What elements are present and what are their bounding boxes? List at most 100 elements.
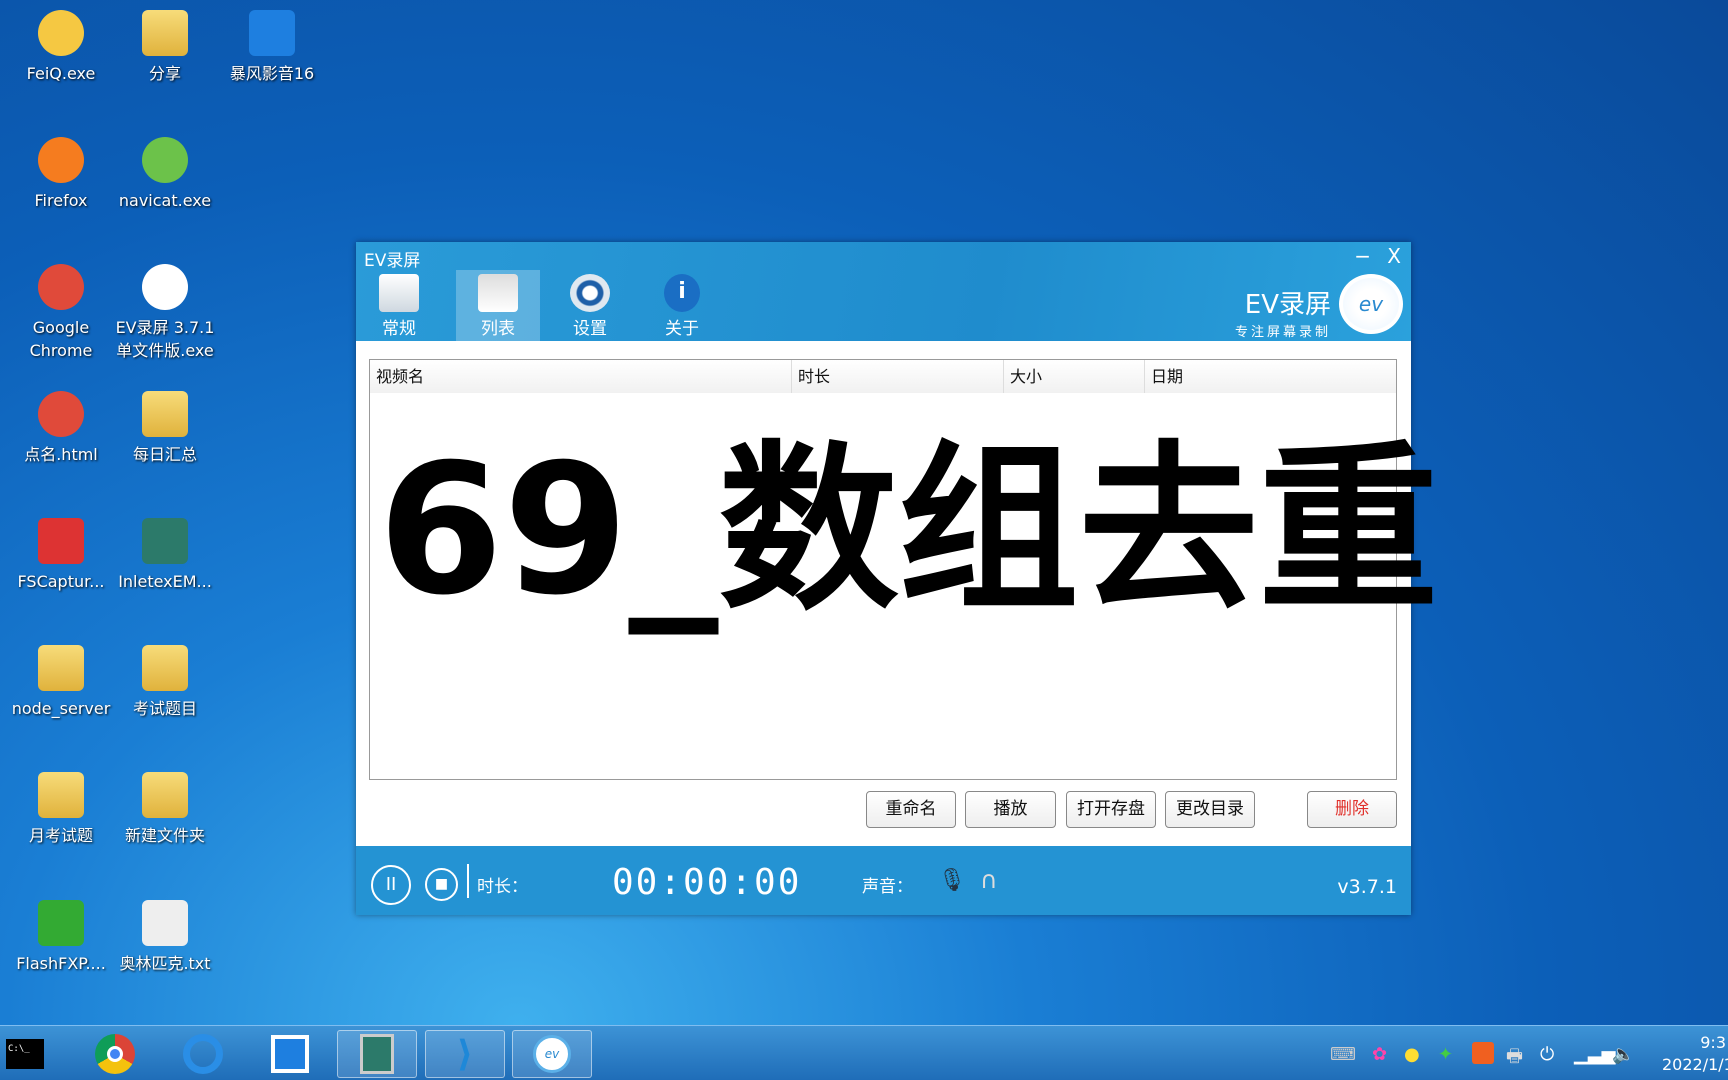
desktop-icon-label: InletexEM... — [118, 572, 212, 591]
rename-button[interactable]: 重命名 — [866, 791, 956, 828]
desktop-icon[interactable]: FSCaptur... — [9, 518, 113, 593]
tab-general[interactable]: 常规 — [356, 270, 442, 341]
info-icon: i — [664, 274, 700, 312]
pause-button[interactable]: II — [371, 865, 411, 905]
microphone-icon[interactable]: 🎙 — [938, 868, 966, 893]
logo-text: EV录屏 — [1244, 290, 1331, 320]
desktop-icon[interactable]: node_server — [9, 645, 113, 720]
brand-logo: EV录屏专注屏幕录制 — [1235, 284, 1331, 340]
desktop-icon[interactable]: 新建文件夹 — [113, 772, 217, 847]
taskbar-ev-recorder[interactable]: ev — [512, 1030, 592, 1078]
column-header-size[interactable]: 大小 — [1004, 360, 1145, 393]
fscapture-icon — [38, 518, 84, 564]
tab-label: 常规 — [382, 319, 416, 339]
inletex-icon — [142, 518, 188, 564]
desktop-icon-label: EV录屏 3.7.1 单文件版.exe — [115, 318, 215, 360]
desktop-icon[interactable]: EV录屏 3.7.1 单文件版.exe — [113, 264, 217, 362]
tab-list[interactable]: 列表 — [456, 270, 540, 341]
tab-about[interactable]: i 关于 — [639, 270, 725, 341]
column-header-date[interactable]: 日期 — [1145, 360, 1396, 393]
ev-logo-icon: ev — [1339, 274, 1403, 334]
desktop-icon[interactable]: Firefox — [9, 137, 113, 212]
clock-date: 2022/1/1 — [1662, 1055, 1728, 1074]
desktop-icon-label: FlashFXP.... — [16, 954, 106, 973]
taskbar-cloud-browser[interactable] — [163, 1030, 243, 1078]
stop-button[interactable]: ■ — [425, 868, 458, 901]
headphones-icon[interactable]: ∩ — [980, 866, 998, 894]
window-title: EV录屏 — [364, 251, 421, 271]
taskbar-vscode[interactable]: ⟩ — [425, 1030, 505, 1078]
app-tray-icon[interactable] — [1472, 1042, 1494, 1064]
close-button[interactable]: X — [1387, 244, 1401, 268]
desktop-icon[interactable]: 奥林匹克.txt — [113, 900, 217, 975]
feiq-icon — [38, 10, 84, 56]
power-icon[interactable]: ⏻ — [1540, 1044, 1554, 1065]
recording-bar: II ■ 时长： 00:00:00 声音： 🎙 ∩ v3.7.1 — [356, 846, 1411, 915]
folder-icon — [142, 645, 188, 691]
desktop-icon[interactable]: 点名.html — [9, 391, 113, 466]
desktop-icon-label: 新建文件夹 — [124, 826, 205, 845]
taskbar: C:\_ ⟩ ev ⌨ ✿ ● ✦ 🖶 ⏻ ▁▃▅ 🔈 9:3 2022/1/1 — [0, 1025, 1728, 1080]
signal-icon[interactable]: ▁▃▅ — [1574, 1044, 1616, 1065]
duration-label: 时长： — [477, 877, 528, 897]
volume-icon[interactable]: 🔈 — [1612, 1044, 1634, 1065]
clock[interactable]: 9:3 2022/1/1 — [1648, 1032, 1728, 1076]
tab-settings[interactable]: 设置 — [547, 270, 633, 341]
desktop-icon[interactable]: navicat.exe — [113, 137, 217, 212]
printer-icon[interactable]: 🖶 — [1506, 1044, 1523, 1074]
flashfxp-icon — [38, 900, 84, 946]
taskbar-chrome[interactable] — [75, 1030, 155, 1078]
folder-icon — [38, 772, 84, 818]
list-panel: 视频名 时长 大小 日期 69_数组去重 重命名 播放 打开存盘 更改目录 删除 — [356, 341, 1439, 846]
desktop-icon[interactable]: FeiQ.exe — [9, 10, 113, 85]
window-header: EV录屏 − X 常规 列表 设置 i 关于 EV录屏专注屏幕录制 ev — [356, 242, 1411, 341]
delete-button[interactable]: 删除 — [1307, 791, 1397, 828]
taskbar-cmd[interactable]: C:\_ — [0, 1030, 50, 1078]
folder-icon — [142, 10, 188, 56]
ev-icon — [142, 264, 188, 310]
tab-label: 列表 — [481, 319, 515, 339]
open-storage-button[interactable]: 打开存盘 — [1066, 791, 1156, 828]
desktop-icon[interactable]: InletexEM... — [113, 518, 217, 593]
desktop-icon-label: 暴风影音16 — [229, 64, 315, 83]
desktop-icon[interactable]: FlashFXP.... — [9, 900, 113, 975]
desktop-icon-label: 每日汇总 — [132, 445, 197, 464]
logo-subtitle: 专注屏幕录制 — [1234, 325, 1331, 340]
desktop-icon[interactable]: 分享 — [113, 10, 217, 85]
desktop-icon[interactable]: 暴风影音16 — [220, 10, 324, 85]
browser-icon — [183, 1034, 223, 1074]
chrome-icon — [95, 1034, 135, 1074]
desktop-icon[interactable]: 考试题目 — [113, 645, 217, 720]
storm-player-icon — [249, 10, 295, 56]
desktop-icon[interactable]: 月考试题 — [9, 772, 113, 847]
desktop-icon-label: Google Chrome — [29, 318, 93, 360]
taskbar-storm-player[interactable] — [250, 1030, 330, 1078]
text-file-icon — [142, 900, 188, 946]
change-directory-button[interactable]: 更改目录 — [1165, 791, 1255, 828]
desktop-icon-label: 考试题目 — [132, 699, 197, 718]
pinwheel-icon[interactable]: ✦ — [1438, 1044, 1453, 1065]
column-header-name[interactable]: 视频名 — [370, 360, 792, 393]
tab-label: 关于 — [665, 319, 699, 339]
storm-player-icon — [271, 1035, 309, 1073]
general-icon — [379, 274, 419, 312]
folder-icon — [38, 645, 84, 691]
desktop-icon[interactable]: 每日汇总 — [113, 391, 217, 466]
play-button[interactable]: 播放 — [965, 791, 1056, 828]
minimize-button[interactable]: − — [1354, 244, 1371, 268]
desktop-icon-label: node_server — [11, 699, 111, 718]
version-label: v3.7.1 — [1337, 876, 1397, 898]
ev-icon: ev — [533, 1035, 571, 1073]
firefox-icon — [38, 137, 84, 183]
taskbar-inletex[interactable] — [337, 1030, 417, 1078]
feiq-tray-icon[interactable]: ● — [1404, 1044, 1420, 1065]
flower-icon[interactable]: ✿ — [1372, 1044, 1387, 1065]
desktop-icon[interactable]: Google Chrome — [9, 264, 113, 362]
clock-time: 9:3 — [1700, 1033, 1726, 1052]
keyboard-icon[interactable]: ⌨ — [1330, 1044, 1356, 1065]
tab-label: 设置 — [573, 319, 607, 339]
column-header-duration[interactable]: 时长 — [792, 360, 1004, 393]
desktop-icon-label: FeiQ.exe — [26, 64, 96, 83]
chrome-icon — [38, 391, 84, 437]
desktop-icon-label: navicat.exe — [118, 191, 212, 210]
